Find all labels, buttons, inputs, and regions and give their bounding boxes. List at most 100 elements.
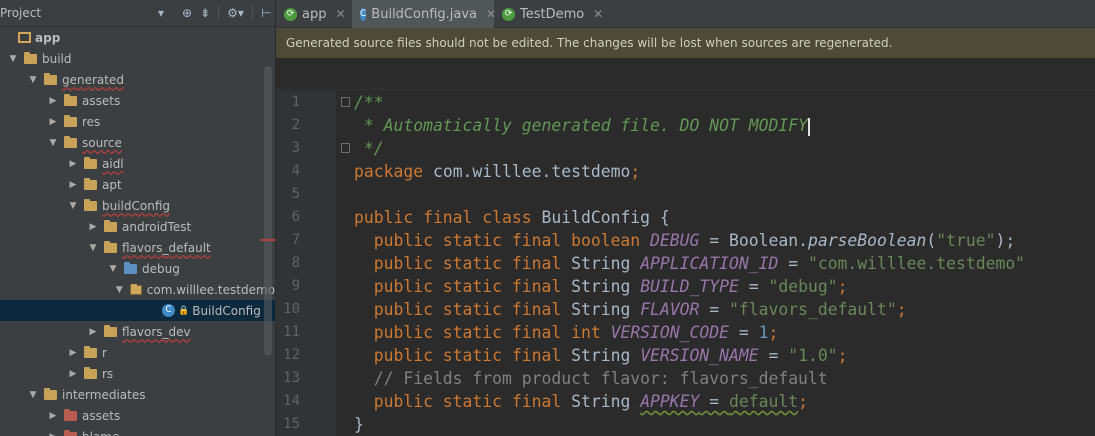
code-line[interactable]: package com.willlee.testdemo; [354, 160, 640, 183]
expanded-arrow-icon[interactable]: ▼ [115, 285, 124, 295]
code-line[interactable]: public static final boolean DEBUG = Bool… [354, 229, 1015, 252]
code-line[interactable]: /** [354, 91, 384, 114]
tree-item[interactable]: ▼ generated [0, 69, 275, 90]
expanded-arrow-icon[interactable]: ▼ [28, 75, 38, 85]
tree-item[interactable]: ▶ androidTest [0, 216, 275, 237]
tree-item[interactable]: ▶ r [0, 342, 275, 363]
tree-item[interactable]: ▼ com.willlee.testdemo [0, 279, 275, 300]
code-token: public static final [354, 277, 572, 296]
tree-scrollbar[interactable] [264, 66, 272, 356]
lock-icon: 🔒 [178, 305, 190, 316]
collapse-icon[interactable]: ⇟ [200, 7, 210, 19]
tree-item[interactable]: ▼ flavors_default [0, 237, 275, 258]
code-token: ; [837, 277, 848, 296]
tree-item[interactable]: ▼ buildConfig [0, 195, 275, 216]
collapsed-arrow-icon[interactable]: ▶ [48, 117, 58, 127]
line-number-gutter[interactable]: 1 2 3 4 5 6 7 8 9 10 11 12 13 14 15 [276, 91, 336, 436]
close-icon[interactable]: ✕ [335, 7, 345, 21]
folder-icon [64, 114, 77, 127]
code-line[interactable]: public final class BuildConfig { [354, 206, 670, 229]
tree-item[interactable]: ▶ aidl [0, 153, 275, 174]
line-number: 1 [291, 94, 300, 110]
fold-marker-icon[interactable] [341, 143, 350, 153]
line-number: 4 [291, 163, 300, 179]
folder-icon [44, 387, 57, 400]
code-editor[interactable]: /** * Automatically generated file. DO N… [354, 91, 1095, 436]
line-number: 3 [291, 140, 300, 156]
tab-app[interactable]: ⟳ app ✕ [276, 0, 349, 28]
tab-buildconfig[interactable]: C BuildConfig.java ✕ [352, 0, 496, 28]
code-line[interactable]: * Automatically generated file. DO NOT M… [354, 114, 810, 137]
tree-item[interactable]: ▶ apt [0, 174, 275, 195]
project-tree: app ▼ build ▼ generated ▶ assets ▶ res ▼ source ▶ ai… [0, 27, 275, 436]
class-icon: C [162, 304, 175, 317]
dropdown-arrow-icon[interactable]: ▾ [158, 7, 164, 19]
tree-item[interactable]: ▼ source [0, 132, 275, 153]
code-token: = [758, 346, 789, 365]
code-line[interactable]: public static final String BUILD_TYPE = … [354, 275, 848, 298]
close-icon[interactable]: ✕ [593, 7, 603, 21]
expanded-arrow-icon[interactable]: ▼ [68, 201, 78, 211]
tree-item[interactable]: ▶ assets [0, 405, 275, 426]
tree-item[interactable]: ▶ assets [0, 90, 275, 111]
target-icon[interactable]: ⊕ [182, 7, 192, 19]
collapsed-arrow-icon[interactable]: ▶ [68, 369, 78, 379]
tree-item[interactable]: ▶ res [0, 111, 275, 132]
hide-panel-icon[interactable]: ⊢ [261, 7, 271, 19]
expanded-arrow-icon[interactable]: ▼ [8, 54, 18, 64]
folder-icon [84, 156, 97, 169]
code-token: * Automatically generated file. DO NOT M… [354, 116, 808, 135]
line-number: 13 [283, 370, 300, 386]
folder-icon [84, 345, 97, 358]
code-token: ; [896, 300, 907, 319]
code-token: public static final [354, 346, 572, 365]
code-line[interactable]: // Fields from product flavor: flavors_d… [354, 367, 828, 390]
line-number: 7 [291, 232, 300, 248]
tree-item-label: rs [102, 366, 114, 381]
line-number: 11 [283, 324, 300, 340]
tree-item[interactable]: app [0, 27, 275, 48]
expanded-arrow-icon[interactable]: ▼ [108, 264, 118, 274]
code-token: parseBoolean [807, 231, 927, 250]
code-line[interactable]: public static final String APPKEY = defa… [354, 390, 808, 413]
tab-label: TestDemo [520, 6, 585, 22]
folder-icon [84, 198, 97, 211]
code-token: "com.willlee.testdemo" [807, 254, 1026, 273]
tree-item[interactable]: ▼ debug [0, 258, 275, 279]
code-line[interactable]: */ [354, 137, 384, 160]
tree-item[interactable]: ▼ build [0, 48, 275, 69]
tab-testdemo[interactable]: ⟳ TestDemo ✕ [494, 0, 604, 28]
tree-item[interactable]: ▼ intermediates [0, 384, 275, 405]
expanded-arrow-icon[interactable]: ▼ [48, 138, 58, 148]
code-line[interactable]: public static final int VERSION_CODE = 1… [354, 321, 779, 344]
line-number: 12 [283, 347, 300, 363]
collapsed-arrow-icon[interactable]: ▶ [68, 159, 78, 169]
fold-marker-icon[interactable] [341, 97, 350, 107]
collapsed-arrow-icon[interactable]: ▶ [88, 327, 98, 337]
collapsed-arrow-icon[interactable]: ▶ [88, 222, 98, 232]
project-view-selector[interactable]: Project [0, 6, 150, 20]
tree-item[interactable]: ▶ rs [0, 363, 275, 384]
code-token: = [699, 392, 730, 411]
tree-item[interactable]: C 🔒 BuildConfig [0, 300, 275, 321]
tree-item[interactable]: ▶ flavors_dev [0, 321, 275, 342]
collapsed-arrow-icon[interactable]: ▶ [68, 180, 78, 190]
code-token: "true" [936, 231, 996, 250]
collapsed-arrow-icon[interactable]: ▶ [48, 96, 58, 106]
tree-item-label: app [35, 30, 61, 45]
collapsed-arrow-icon[interactable]: ▶ [48, 411, 58, 421]
code-line[interactable]: } [354, 413, 364, 436]
code-line[interactable]: public static final String APPLICATION_I… [354, 252, 1025, 275]
gear-icon[interactable]: ⚙▾ [227, 7, 244, 19]
collapsed-arrow-icon[interactable]: ▶ [48, 432, 58, 436]
code-token: com.willlee.testdemo [432, 162, 631, 181]
folder-icon [64, 135, 77, 148]
expanded-arrow-icon[interactable]: ▼ [88, 243, 98, 253]
expanded-arrow-icon[interactable]: ▼ [28, 390, 38, 400]
code-token: DEBUG [650, 231, 700, 250]
tree-item[interactable]: ▶ blame [0, 426, 275, 436]
toolbar-separator [251, 6, 253, 20]
code-line[interactable]: public static final String VERSION_NAME … [354, 344, 848, 367]
collapsed-arrow-icon[interactable]: ▶ [68, 348, 78, 358]
code-line[interactable]: public static final String FLAVOR = "fla… [354, 298, 907, 321]
